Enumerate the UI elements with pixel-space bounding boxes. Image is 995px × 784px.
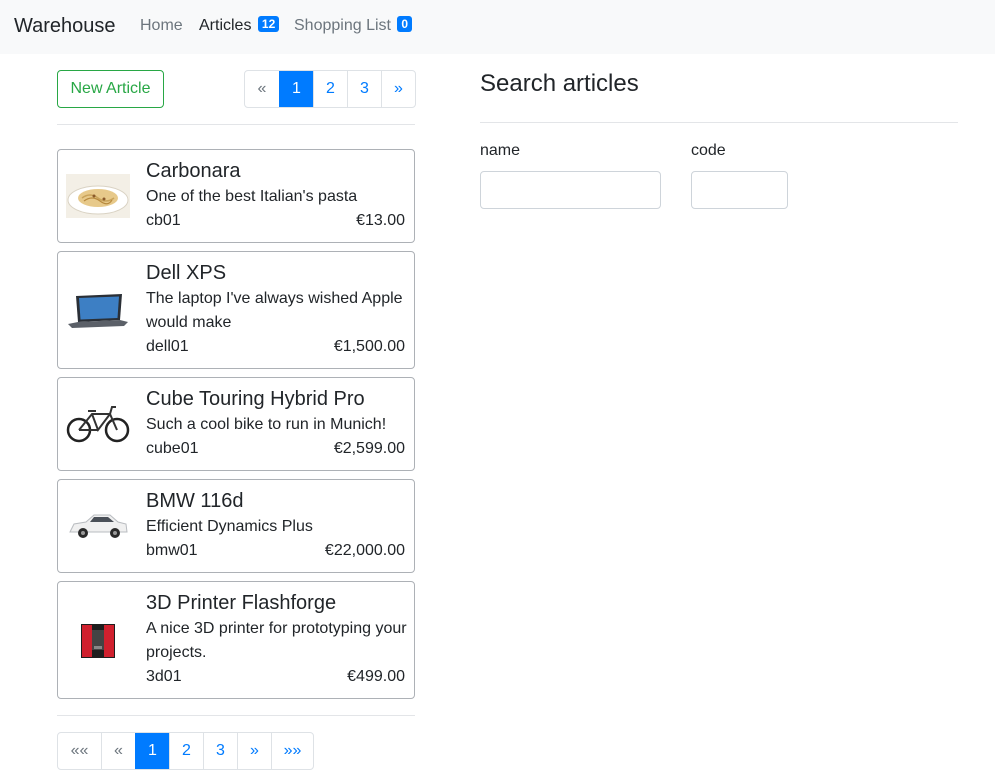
article-price: €22,000.00 <box>324 542 405 559</box>
article-price: €13.00 <box>356 212 405 229</box>
printer-image <box>81 624 115 658</box>
article-card[interactable]: Dell XPS The laptop I've always wished A… <box>57 251 415 369</box>
page-1[interactable]: 1 <box>135 733 169 769</box>
shopping-list-count-badge: 0 <box>397 16 413 32</box>
navbar: Warehouse Home Articles 12 Shopping List… <box>0 0 995 54</box>
code-search-input[interactable] <box>691 171 788 209</box>
article-code: cube01 <box>146 440 199 457</box>
name-search-input[interactable] <box>480 171 661 209</box>
car-image <box>69 514 128 538</box>
article-price: €2,599.00 <box>333 440 405 457</box>
laptop-image <box>68 294 128 328</box>
article-card[interactable]: BMW 116d Efficient Dynamics Plus bmw01 €… <box>57 479 415 573</box>
articles-count-badge: 12 <box>257 16 280 32</box>
article-card[interactable]: 3D Printer Flashforge A nice 3D printer … <box>57 581 415 699</box>
article-code: dell01 <box>146 338 189 355</box>
article-description: Efficient Dynamics Plus <box>146 518 313 535</box>
article-description: A nice 3D printer for prototyping your p… <box>146 620 407 661</box>
page-2[interactable]: 2 <box>169 733 203 769</box>
page-3[interactable]: 3 <box>347 71 381 107</box>
page-last[interactable]: »» <box>271 733 313 769</box>
divider <box>480 122 958 123</box>
article-description: The laptop I've always wished Apple woul… <box>146 290 403 331</box>
article-code: cb01 <box>146 212 181 229</box>
nav-link-articles[interactable]: Articles 12 <box>199 16 280 36</box>
search-title: Search articles <box>480 70 639 97</box>
article-title: Cube Touring Hybrid Pro <box>146 388 365 410</box>
pagination-top: « 1 2 3 » <box>244 70 416 108</box>
new-article-button[interactable]: New Article <box>57 70 164 108</box>
article-title: BMW 116d <box>146 490 244 512</box>
article-code: 3d01 <box>146 668 182 685</box>
nav-link-articles-label: Articles <box>199 17 252 34</box>
article-description: Such a cool bike to run in Munich! <box>146 416 387 433</box>
bike-image <box>66 406 130 443</box>
article-card[interactable]: Cube Touring Hybrid Pro Such a cool bike… <box>57 377 415 471</box>
nav-link-home-label: Home <box>140 17 183 34</box>
article-price: €1,500.00 <box>333 338 405 355</box>
page-prev[interactable]: « <box>245 71 279 107</box>
article-title: 3D Printer Flashforge <box>146 592 337 614</box>
page-3[interactable]: 3 <box>203 733 237 769</box>
page-next[interactable]: » <box>381 71 415 107</box>
pagination-bottom: «« « 1 2 3 » »» <box>57 732 314 770</box>
code-label: code <box>691 142 726 159</box>
divider <box>57 124 415 125</box>
brand-link[interactable]: Warehouse <box>14 14 116 38</box>
name-label: name <box>480 142 521 159</box>
article-price: €499.00 <box>347 668 405 685</box>
page-2[interactable]: 2 <box>313 71 347 107</box>
article-card[interactable]: Carbonara One of the best Italian's past… <box>57 149 415 243</box>
nav-link-shopping-list[interactable]: Shopping List 0 <box>294 16 413 36</box>
page-first[interactable]: «« <box>58 733 101 769</box>
divider <box>57 715 415 716</box>
article-title: Dell XPS <box>146 262 227 284</box>
page-prev[interactable]: « <box>101 733 135 769</box>
page-next[interactable]: » <box>237 733 271 769</box>
pasta-image <box>66 174 130 218</box>
nav-link-home[interactable]: Home <box>140 16 183 36</box>
page-1[interactable]: 1 <box>279 71 313 107</box>
article-title: Carbonara <box>146 160 241 182</box>
article-code: bmw01 <box>146 542 198 559</box>
nav-link-shopping-list-label: Shopping List <box>294 17 391 34</box>
article-description: One of the best Italian's pasta <box>146 188 358 205</box>
